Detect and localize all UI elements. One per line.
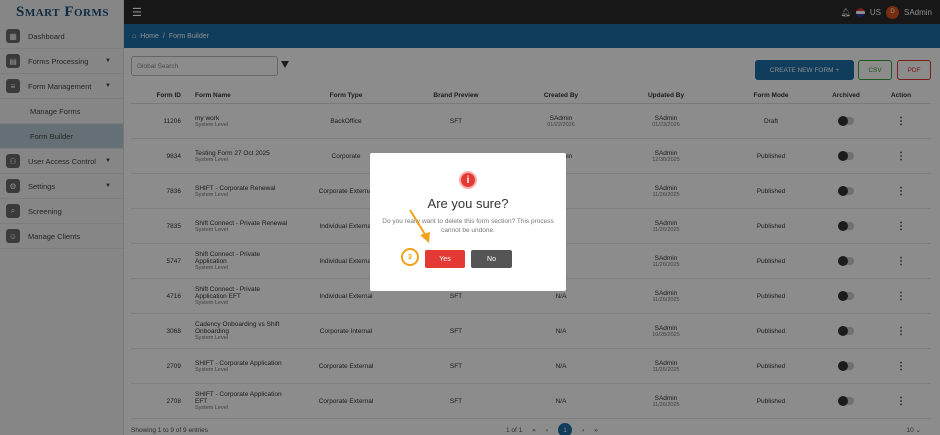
pointer-arrow-icon [409, 209, 430, 243]
app: Smart Forms ▦ Dashboard ▤ Forms Processing ▼… [0, 0, 940, 435]
no-button[interactable]: No [471, 250, 512, 268]
yes-button[interactable]: Yes [425, 250, 465, 268]
confirm-dialog: i Are you sure? Do you really want to de… [370, 153, 566, 291]
dialog-title: Are you sure? [427, 196, 509, 211]
alert-icon: i [459, 171, 477, 189]
dialog-message: Do you really want to delete this form s… [382, 218, 554, 234]
step-badge: 3 [401, 248, 419, 266]
